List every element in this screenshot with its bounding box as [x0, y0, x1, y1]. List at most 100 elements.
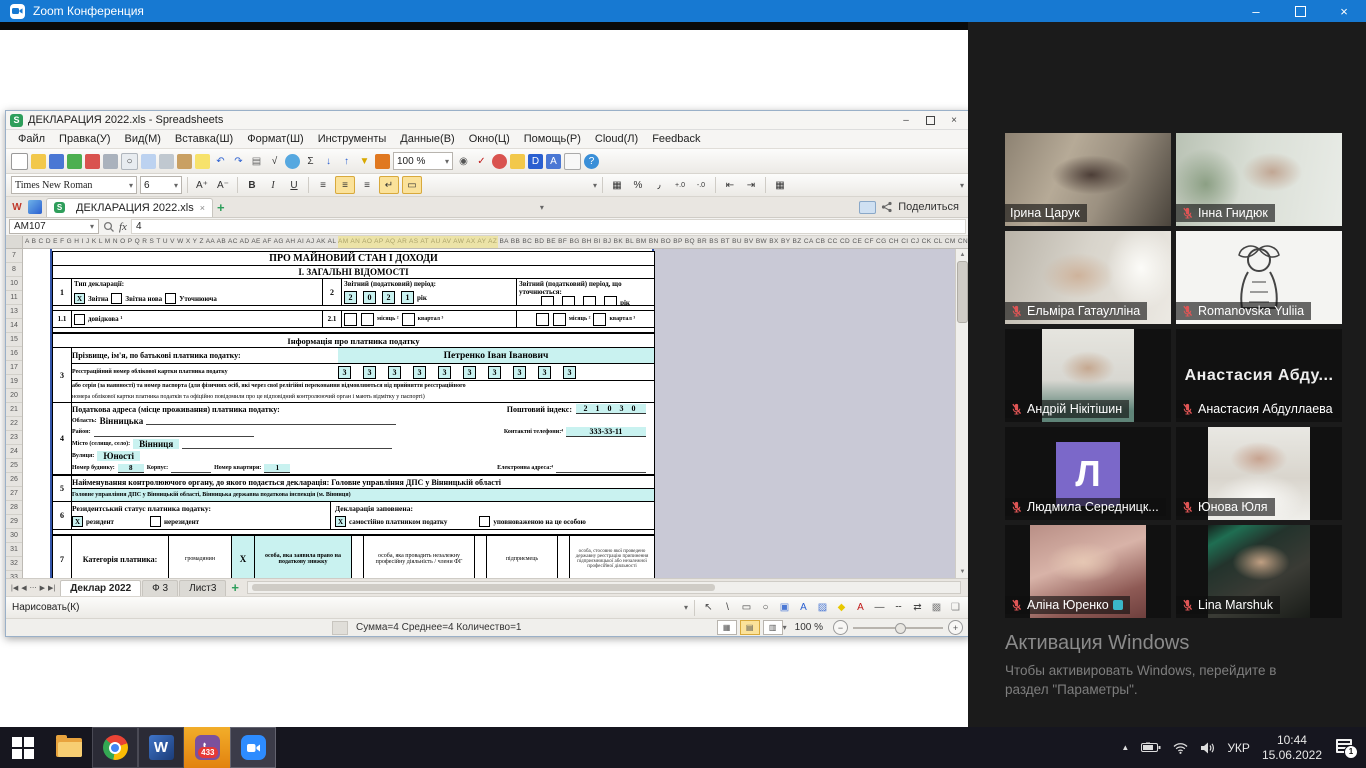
row-header-31[interactable]: 31: [6, 543, 22, 557]
select-all-corner[interactable]: [6, 236, 23, 248]
merge-cells-button[interactable]: ▭: [402, 176, 422, 194]
street-value[interactable]: Юності: [97, 451, 140, 461]
menu-item-10[interactable]: Feedback: [646, 132, 706, 146]
digit-box[interactable]: 3: [563, 366, 576, 379]
menu-item-5[interactable]: Инструменты: [312, 132, 393, 146]
zoom-out-button[interactable]: −: [833, 620, 848, 635]
text-box-icon[interactable]: ▣: [777, 600, 792, 615]
autosum-icon[interactable]: Σ: [303, 154, 318, 169]
fill-color-icon[interactable]: ◆: [834, 600, 849, 615]
digit-box[interactable]: 3: [538, 366, 551, 379]
font-color-icon[interactable]: A: [853, 600, 868, 615]
skin-icon[interactable]: [564, 153, 581, 170]
next-sheet-icon[interactable]: ▶: [40, 584, 45, 592]
menu-item-2[interactable]: Вид(М): [119, 132, 167, 146]
category-tax-discount[interactable]: особа, яка заявила право на податкову зн…: [255, 536, 352, 578]
app-minimize-button[interactable]: –: [895, 113, 917, 127]
checkbox-resident[interactable]: X: [72, 516, 83, 527]
checkbox-zvitna-nova[interactable]: [111, 293, 122, 304]
align-left-button[interactable]: ≡: [314, 177, 332, 193]
formula-sqrt-icon[interactable]: √: [267, 154, 282, 169]
hscrollbar-thumb[interactable]: [252, 584, 715, 591]
checkbox-utochnyuyucha[interactable]: [165, 293, 176, 304]
category-entrepreneur[interactable]: підприємець: [487, 536, 558, 578]
empty-digit-box[interactable]: [361, 313, 374, 326]
row-header-15[interactable]: 15: [6, 333, 22, 347]
digit-box[interactable]: 3: [338, 366, 351, 379]
participant-tile[interactable]: Lina Marshuk: [1176, 525, 1342, 618]
maximize-button[interactable]: [1278, 0, 1322, 22]
digit-box[interactable]: 1: [401, 291, 414, 304]
sort-ascending-icon[interactable]: ↓: [321, 154, 336, 169]
autofilter-icon[interactable]: ▼: [357, 154, 372, 169]
battery-icon[interactable]: [1141, 742, 1161, 753]
row-header-28[interactable]: 28: [6, 501, 22, 515]
row-header-27[interactable]: 27: [6, 487, 22, 501]
sheet-tab-0[interactable]: Деклар 2022: [60, 580, 141, 596]
number-format-button[interactable]: ▦: [608, 177, 626, 193]
minimize-button[interactable]: –: [1234, 0, 1278, 22]
zoom-select[interactable]: 100 %▾: [393, 152, 453, 170]
category-independent[interactable]: особа, яка провадить незалежну професійн…: [364, 536, 475, 578]
undo-icon[interactable]: ↶: [213, 154, 228, 169]
formula-input[interactable]: 4: [131, 219, 966, 234]
participant-tile[interactable]: Анастасия Абду... Анастасия Абдуллаева: [1176, 329, 1342, 422]
align-right-button[interactable]: ≡: [358, 177, 376, 193]
row-header-17[interactable]: 17: [6, 361, 22, 375]
apartment-value[interactable]: 1: [264, 464, 290, 473]
language-indicator[interactable]: УКР: [1227, 741, 1250, 755]
checkbox-self-filled[interactable]: X: [335, 516, 346, 527]
shadow-icon[interactable]: ▩: [929, 600, 944, 615]
close-tab-icon[interactable]: ×: [200, 203, 205, 213]
normal-view-button[interactable]: ▦: [717, 620, 737, 635]
participant-tile[interactable]: Інна Гнидюк: [1176, 133, 1342, 226]
redo-icon[interactable]: ↷: [231, 154, 246, 169]
align-center-button[interactable]: ≡: [335, 176, 355, 194]
start-button[interactable]: [0, 727, 46, 768]
checkbox-zvitna[interactable]: X: [74, 293, 85, 304]
digit-box[interactable]: 3: [488, 366, 501, 379]
row-header-32[interactable]: 32: [6, 557, 22, 571]
paste-icon[interactable]: [177, 154, 192, 169]
prev-sheet-icon[interactable]: ◀: [21, 584, 26, 592]
grow-font-button[interactable]: A⁺: [193, 177, 211, 193]
zoom-in-button[interactable]: +: [948, 620, 963, 635]
participant-tile[interactable]: Ельміра Гатаулліна: [1005, 231, 1171, 324]
menu-item-3[interactable]: Вставка(Ш): [169, 132, 239, 146]
empty-digit-box[interactable]: [344, 313, 357, 326]
cell-format-icon[interactable]: ▤: [249, 154, 264, 169]
cell-name-box[interactable]: AM107▾: [9, 219, 99, 234]
last-sheet-icon[interactable]: ▶|: [48, 584, 55, 592]
row-header-20[interactable]: 20: [6, 389, 22, 403]
dash-style-icon[interactable]: ╌: [891, 600, 906, 615]
menu-item-0[interactable]: Файл: [12, 132, 51, 146]
row-header-26[interactable]: 26: [6, 473, 22, 487]
row-header-24[interactable]: 24: [6, 445, 22, 459]
record-macro-icon[interactable]: [332, 621, 348, 635]
new-tab-button[interactable]: +: [217, 200, 225, 215]
font-name-select[interactable]: Times New Roman▾: [11, 176, 137, 194]
category-x-mark[interactable]: X: [232, 536, 255, 578]
shape-line-icon[interactable]: \: [720, 600, 735, 615]
row-header-29[interactable]: 29: [6, 515, 22, 529]
wrap-text-button[interactable]: ↵: [379, 176, 399, 194]
row-headers[interactable]: 7810111314151617192021222324252627282930…: [6, 249, 23, 578]
row-header-33[interactable]: 33: [6, 571, 22, 578]
empty-digit-box[interactable]: [541, 296, 554, 305]
shop-icon[interactable]: [510, 154, 525, 169]
participant-tile[interactable]: Аліна Юренко: [1005, 525, 1171, 618]
magnifier-icon[interactable]: [103, 221, 115, 233]
postal-index-value[interactable]: 2 1 0 3 0: [576, 404, 646, 414]
app-restore-button[interactable]: [919, 113, 941, 127]
decrease-decimal-button[interactable]: -.0: [692, 177, 710, 193]
export-icon[interactable]: [67, 154, 82, 169]
empty-digit-box[interactable]: [593, 313, 606, 326]
pdf-export-icon[interactable]: [85, 154, 100, 169]
row-header-23[interactable]: 23: [6, 431, 22, 445]
underline-button[interactable]: U: [285, 177, 303, 193]
spellcheck-icon[interactable]: ✓: [474, 154, 489, 169]
zoom-taskbar-button[interactable]: [230, 727, 276, 768]
row-header-11[interactable]: 11: [6, 291, 22, 305]
chart-icon[interactable]: [375, 154, 390, 169]
chrome-button[interactable]: [92, 727, 138, 768]
